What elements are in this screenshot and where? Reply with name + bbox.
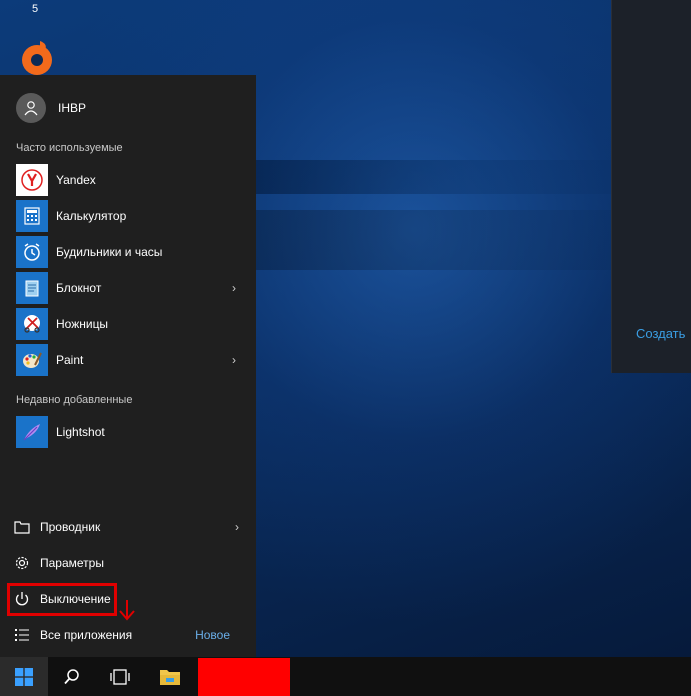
create-link[interactable]: Создать (636, 326, 685, 341)
app-label: Yandex (56, 173, 96, 187)
taskbar (0, 657, 691, 696)
file-explorer-icon[interactable] (146, 657, 194, 696)
settings-item[interactable]: Параметры (12, 548, 244, 578)
windows-logo-icon[interactable] (0, 657, 48, 696)
notepad-icon (16, 272, 48, 304)
task-view-icon[interactable] (96, 657, 144, 696)
most-used-heading: Часто используемые (16, 142, 123, 154)
app-label: Ножницы (56, 317, 109, 331)
app-label: Блокнот (56, 281, 102, 295)
app-item-lightshot[interactable]: Lightshot (16, 416, 241, 448)
lightshot-feather-icon (16, 416, 48, 448)
redacted-taskbar-item[interactable] (198, 658, 290, 696)
new-badge: Новое (195, 628, 230, 642)
chevron-right-icon[interactable]: › (227, 353, 241, 367)
app-item-paint[interactable]: Paint › (16, 344, 241, 376)
red-arrow-annotation-icon (119, 600, 135, 621)
calculator-icon (16, 200, 48, 232)
all-apps-item[interactable]: Все приложения Новое (12, 620, 244, 650)
settings-label: Параметры (40, 556, 104, 570)
app-item-calculator[interactable]: Калькулятор (16, 200, 241, 232)
yandex-icon (16, 164, 48, 196)
app-label: Будильники и часы (56, 245, 163, 259)
chevron-right-icon[interactable]: › (227, 281, 241, 295)
start-menu: IHBP Часто используемые Yandex Калькулят… (0, 75, 256, 657)
file-explorer-item[interactable]: Проводник › (12, 512, 244, 542)
app-label: Калькулятор (56, 209, 127, 223)
gear-icon (12, 553, 32, 573)
recently-added-heading: Недавно добавленные (16, 394, 133, 406)
alarm-clock-icon (16, 236, 48, 268)
app-label: Lightshot (56, 425, 105, 439)
app-item-notepad[interactable]: Блокнот › (16, 272, 241, 304)
user-avatar-icon (16, 93, 46, 123)
user-account-button[interactable]: IHBP (16, 92, 86, 124)
app-item-yandex[interactable]: Yandex (16, 164, 241, 196)
origin-app-icon[interactable] (18, 38, 56, 76)
folder-icon (12, 517, 32, 537)
search-icon[interactable] (48, 657, 96, 696)
chevron-right-icon[interactable]: › (230, 520, 244, 534)
paint-icon (16, 344, 48, 376)
app-item-snipping-tool[interactable]: Ножницы (16, 308, 241, 340)
app-label: Paint (56, 353, 84, 367)
snipping-tool-icon (16, 308, 48, 340)
user-name: IHBP (58, 101, 87, 115)
file-explorer-label: Проводник (40, 520, 101, 534)
app-item-alarms-clock[interactable]: Будильники и часы (16, 236, 241, 268)
all-apps-label: Все приложения (40, 628, 133, 642)
desktop-icon-label[interactable]: 5 (32, 3, 38, 15)
notification-panel: Создать (611, 0, 691, 373)
list-icon (12, 625, 32, 645)
power-highlight-annotation (7, 583, 117, 616)
